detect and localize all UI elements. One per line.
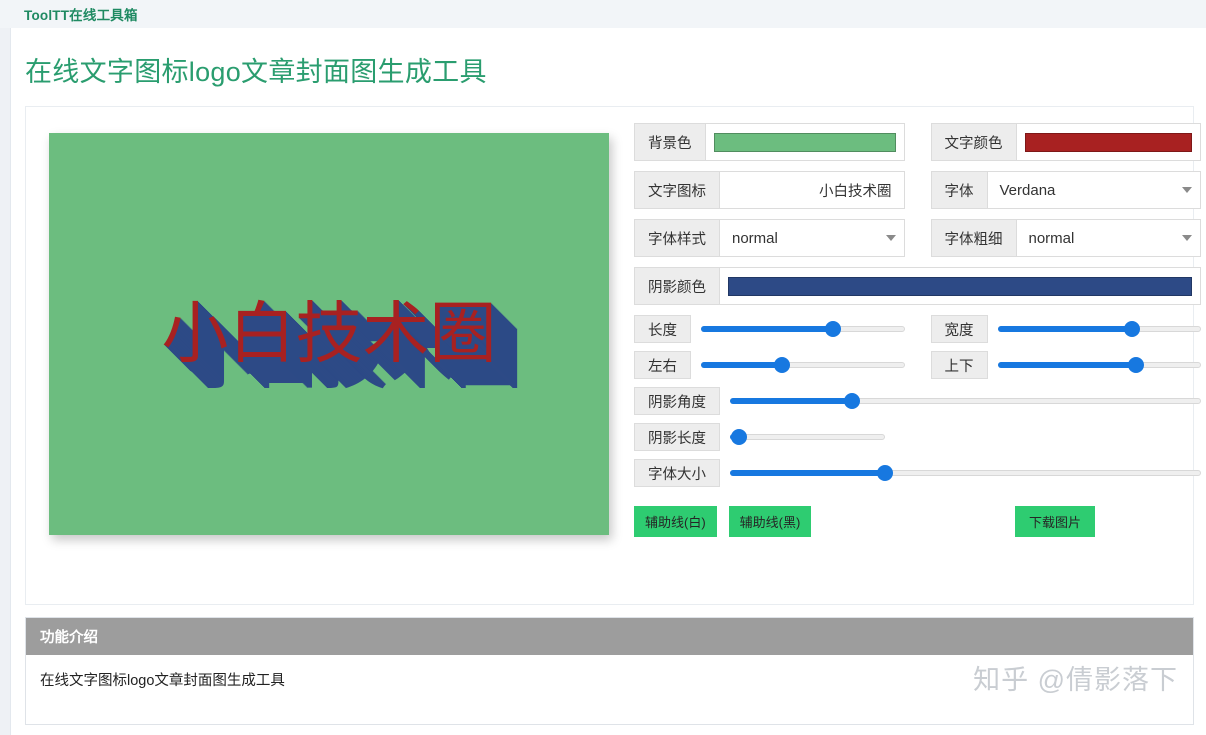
slider-row: 左右 上下 xyxy=(634,351,1201,379)
text-and-font-row: 文字图标 小白技术圈 字体 Verdana xyxy=(634,171,1201,209)
slider-fill xyxy=(730,398,853,404)
slider-shadow-angle-track-wrap[interactable] xyxy=(720,393,1201,409)
shadow-color-field[interactable]: 阴影颜色 xyxy=(634,267,1201,305)
slider-shadow-angle-track[interactable] xyxy=(730,393,1201,409)
chevron-down-icon xyxy=(885,235,896,241)
slider-fill xyxy=(701,362,783,368)
slider-vertical-thumb[interactable] xyxy=(1127,357,1144,373)
slider-font-size-track[interactable] xyxy=(730,465,1201,481)
slider-shadow-length-thumb[interactable] xyxy=(731,429,748,445)
font-family-value: Verdana xyxy=(999,181,1056,199)
shadow-color-row: 阴影颜色 xyxy=(634,267,1201,305)
font-weight-value: normal xyxy=(1028,229,1075,247)
font-family-label: 字体 xyxy=(931,172,988,208)
page-title: 在线文字图标logo文章封面图生成工具 xyxy=(25,57,487,87)
top-navigation-bar: ToolTT在线工具箱 xyxy=(0,0,1206,28)
slider-horizontal-thumb[interactable] xyxy=(774,357,791,373)
font-weight-select[interactable]: normal xyxy=(1017,220,1201,256)
shadow-color-label: 阴影颜色 xyxy=(635,268,720,304)
background-color-label: 背景色 xyxy=(635,124,706,160)
slider-width-thumb[interactable] xyxy=(1123,321,1140,337)
download-image-button[interactable]: 下载图片 xyxy=(1015,505,1096,537)
shadow-color-picker[interactable] xyxy=(720,268,1200,304)
font-style-row: 字体样式 normal 字体粗细 normal xyxy=(634,219,1201,257)
preview-canvas[interactable]: 小白技术圈 xyxy=(49,133,609,535)
slider-width-track[interactable] xyxy=(997,321,1201,337)
preview-area: 小白技术圈 xyxy=(49,133,609,535)
chevron-down-icon xyxy=(1182,187,1192,193)
slider-fill xyxy=(701,326,834,332)
slider-area: 长度 宽度左右 上下阴影角度阴影长度字体大小 xyxy=(634,315,1201,487)
slider-width[interactable]: 宽度 xyxy=(930,315,1201,343)
background-color-swatch[interactable] xyxy=(713,132,896,152)
slider-length-label: 长度 xyxy=(634,315,691,343)
slider-shadow-angle-thumb[interactable] xyxy=(844,393,861,409)
controls-panel: 背景色 文字颜色 文字图标 小白技术圈 字体 Verdana 字体样式 norm… xyxy=(634,123,1201,537)
slider-fill xyxy=(997,362,1136,368)
page-container: 在线文字图标logo文章封面图生成工具 小白技术圈 背景色 文字颜色 文字图标 … xyxy=(10,28,1206,735)
slider-shadow-length[interactable]: 阴影长度 xyxy=(634,423,1201,451)
slider-shadow-length-label: 阴影长度 xyxy=(634,423,720,451)
slider-length[interactable]: 长度 xyxy=(634,315,905,343)
slider-length-track[interactable] xyxy=(701,321,905,337)
slider-vertical-track-wrap[interactable] xyxy=(988,357,1201,373)
slider-vertical-label: 上下 xyxy=(930,351,988,379)
slider-fill xyxy=(730,470,886,476)
generator-card: 小白技术圈 背景色 文字颜色 文字图标 小白技术圈 字体 Verdana 字体样… xyxy=(25,106,1201,605)
text-color-swatch[interactable] xyxy=(1024,132,1192,152)
slider-font-size-label: 字体大小 xyxy=(634,459,720,487)
text-icon-label: 文字图标 xyxy=(635,172,720,208)
action-button-row: 辅助线(白) 辅助线(黑) 下载图片 xyxy=(634,505,1201,537)
slider-width-label: 宽度 xyxy=(930,315,988,343)
slider-fill xyxy=(997,326,1132,332)
site-brand-link[interactable]: ToolTT在线工具箱 xyxy=(24,4,138,24)
font-style-value: normal xyxy=(732,229,778,247)
slider-horizontal[interactable]: 左右 xyxy=(634,351,905,379)
slider-horizontal-track-wrap[interactable] xyxy=(691,357,905,373)
text-color-picker[interactable] xyxy=(1017,124,1201,160)
slider-length-thumb[interactable] xyxy=(825,321,842,337)
slider-length-track-wrap[interactable] xyxy=(691,321,905,337)
text-color-field[interactable]: 文字颜色 xyxy=(930,123,1201,161)
slider-font-size-track-wrap[interactable] xyxy=(720,465,1201,481)
font-family-select[interactable]: Verdana xyxy=(988,172,1201,208)
font-weight-label: 字体粗细 xyxy=(931,220,1017,256)
background-color-picker[interactable] xyxy=(706,124,904,160)
slider-horizontal-label: 左右 xyxy=(634,351,691,379)
font-family-field[interactable]: 字体 Verdana xyxy=(930,171,1201,209)
guide-white-button[interactable]: 辅助线(白) xyxy=(634,505,717,537)
slider-row: 字体大小 xyxy=(634,459,1201,487)
background-color-field[interactable]: 背景色 xyxy=(634,123,905,161)
slider-row: 阴影长度 xyxy=(634,423,1201,451)
chevron-down-icon xyxy=(1182,235,1192,241)
text-color-label: 文字颜色 xyxy=(931,124,1017,160)
font-weight-field[interactable]: 字体粗细 normal xyxy=(930,219,1201,257)
text-icon-field[interactable]: 文字图标 小白技术圈 xyxy=(634,171,905,209)
slider-rail xyxy=(730,434,885,440)
slider-vertical[interactable]: 上下 xyxy=(930,351,1201,379)
slider-vertical-track[interactable] xyxy=(997,357,1201,373)
font-style-field[interactable]: 字体样式 normal xyxy=(634,219,905,257)
text-icon-input-wrap[interactable]: 小白技术圈 xyxy=(720,172,904,208)
slider-row: 长度 宽度 xyxy=(634,315,1201,343)
font-style-select[interactable]: normal xyxy=(720,220,904,256)
slider-shadow-angle-label: 阴影角度 xyxy=(634,387,720,415)
shadow-color-swatch[interactable] xyxy=(728,276,1192,296)
slider-width-track-wrap[interactable] xyxy=(988,321,1201,337)
slider-font-size[interactable]: 字体大小 xyxy=(634,459,1201,487)
info-panel: 功能介绍 在线文字图标logo文章封面图生成工具 xyxy=(25,617,1194,725)
color-row: 背景色 文字颜色 xyxy=(634,123,1201,161)
slider-shadow-angle[interactable]: 阴影角度 xyxy=(634,387,1201,415)
slider-shadow-length-track[interactable] xyxy=(730,429,885,445)
guide-black-button[interactable]: 辅助线(黑) xyxy=(728,505,812,537)
slider-shadow-length-track-wrap[interactable] xyxy=(720,429,885,445)
font-style-label: 字体样式 xyxy=(635,220,720,256)
slider-row: 阴影角度 xyxy=(634,387,1201,415)
slider-horizontal-track[interactable] xyxy=(701,357,905,373)
info-panel-body: 在线文字图标logo文章封面图生成工具 xyxy=(40,673,285,689)
preview-canvas-text: 小白技术圈 xyxy=(161,294,497,373)
slider-font-size-thumb[interactable] xyxy=(877,465,894,481)
info-panel-heading: 功能介绍 xyxy=(26,618,1193,655)
text-icon-input[interactable]: 小白技术圈 xyxy=(728,180,896,201)
